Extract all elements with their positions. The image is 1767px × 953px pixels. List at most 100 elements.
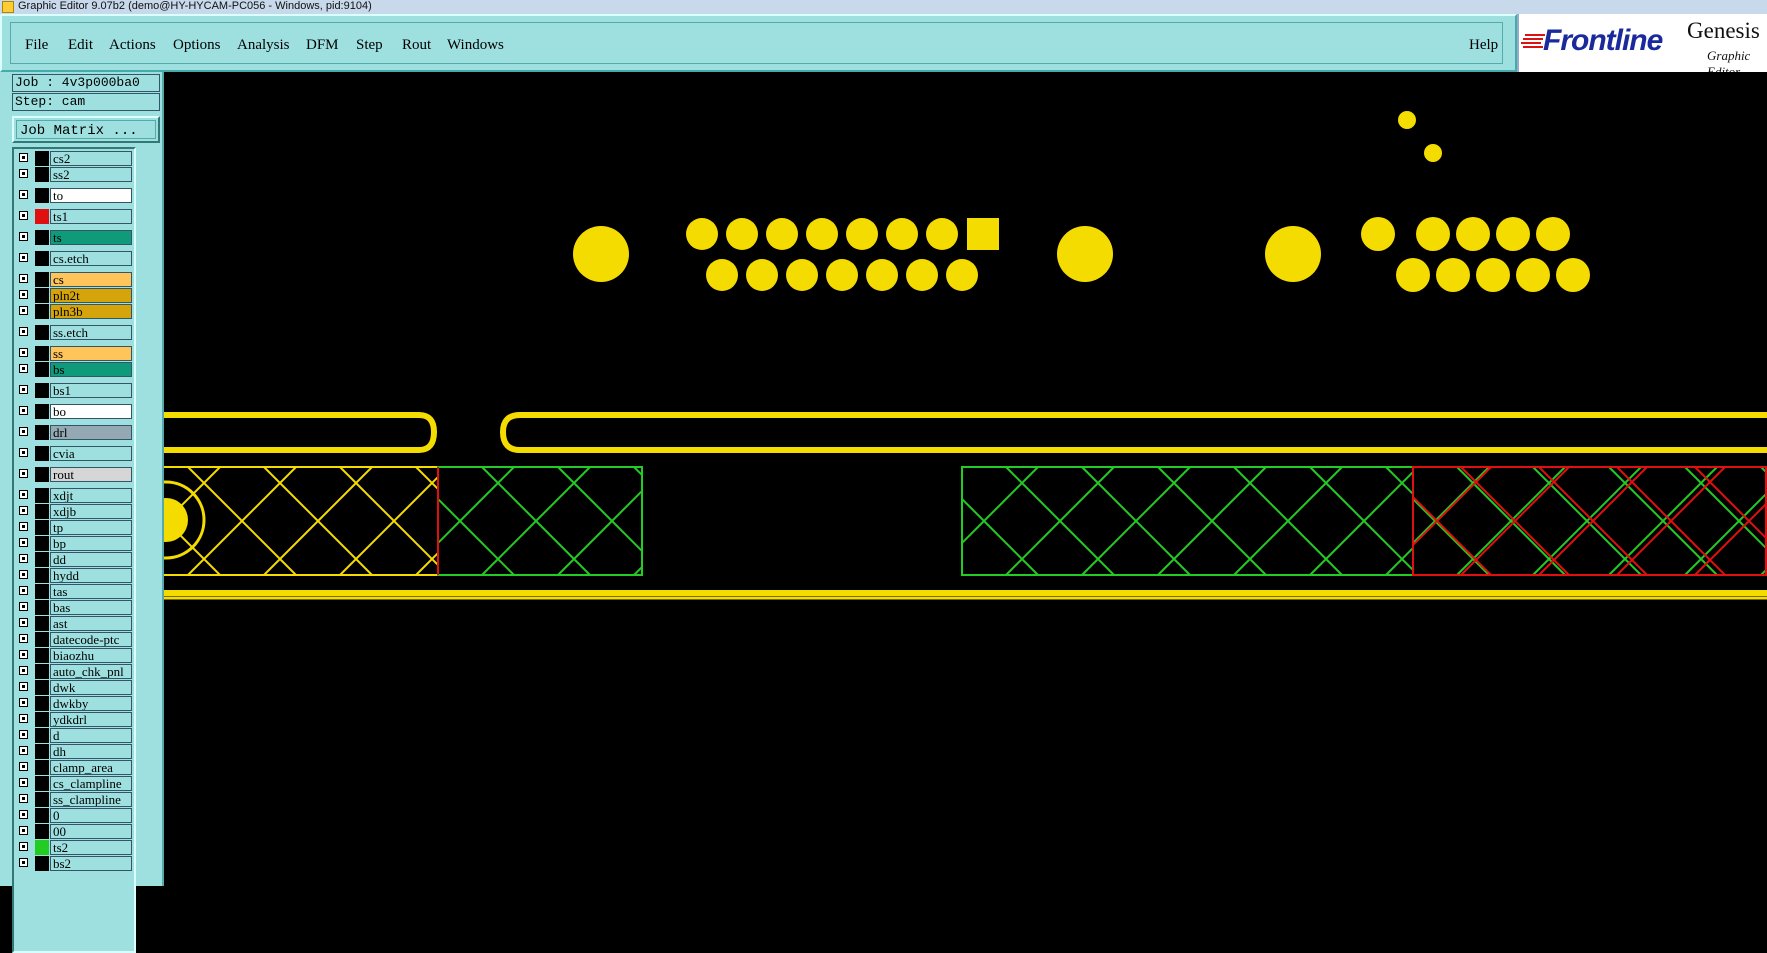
layer-color-swatch[interactable] [35,536,49,551]
layer-checkbox[interactable] [19,290,28,299]
layer-row-ss.etch[interactable]: ss.etch [14,325,134,340]
layer-name[interactable]: hydd [50,568,132,583]
layer-checkbox[interactable] [19,778,28,787]
layer-color-swatch[interactable] [35,425,49,440]
layer-name[interactable]: bs1 [50,383,132,398]
layer-checkbox[interactable] [19,554,28,563]
layer-color-swatch[interactable] [35,552,49,567]
layer-row-ss2[interactable]: ss2 [14,167,134,182]
layer-checkbox[interactable] [19,602,28,611]
layer-checkbox[interactable] [19,232,28,241]
layer-row-bas[interactable]: bas [14,600,134,615]
layer-row-clamp_area[interactable]: clamp_area [14,760,134,775]
menu-step[interactable]: Step [356,37,383,54]
menu-windows[interactable]: Windows [447,37,504,54]
layer-name[interactable]: pln2t [50,288,132,303]
layer-color-swatch[interactable] [35,616,49,631]
layer-row-0[interactable]: 0 [14,808,134,823]
layer-name[interactable]: rout [50,467,132,482]
layer-checkbox[interactable] [19,650,28,659]
layer-color-swatch[interactable] [35,383,49,398]
layer-checkbox[interactable] [19,794,28,803]
layer-row-ts[interactable]: ts [14,230,134,245]
layer-checkbox[interactable] [19,730,28,739]
layer-checkbox[interactable] [19,538,28,547]
layer-row-xdjb[interactable]: xdjb [14,504,134,519]
layer-name[interactable]: ydkdrl [50,712,132,727]
layer-row-tas[interactable]: tas [14,584,134,599]
layer-checkbox[interactable] [19,522,28,531]
layer-name[interactable]: bo [50,404,132,419]
layer-color-swatch[interactable] [35,188,49,203]
layer-checkbox[interactable] [19,211,28,220]
layer-color-swatch[interactable] [35,504,49,519]
layer-color-swatch[interactable] [35,792,49,807]
layer-name[interactable]: ss [50,346,132,361]
layer-checkbox[interactable] [19,190,28,199]
layer-color-swatch[interactable] [35,446,49,461]
layer-checkbox[interactable] [19,469,28,478]
layer-name[interactable]: auto_chk_pnl [50,664,132,679]
layer-row-pln2t[interactable]: pln2t [14,288,134,303]
layer-checkbox[interactable] [19,746,28,755]
layer-row-bs1[interactable]: bs1 [14,383,134,398]
menu-file[interactable]: File [25,37,48,54]
layer-row-ss_clampline[interactable]: ss_clampline [14,792,134,807]
layer-name[interactable]: cs_clampline [50,776,132,791]
layer-color-swatch[interactable] [35,520,49,535]
layer-color-swatch[interactable] [35,209,49,224]
layer-color-swatch[interactable] [35,568,49,583]
layer-checkbox[interactable] [19,448,28,457]
layer-checkbox[interactable] [19,570,28,579]
layer-name[interactable]: bas [50,600,132,615]
layer-color-swatch[interactable] [35,632,49,647]
layer-name[interactable]: ss.etch [50,325,132,340]
layer-checkbox[interactable] [19,153,28,162]
menu-help[interactable]: Help [1469,37,1498,54]
menu-dfm[interactable]: DFM [306,37,339,54]
layer-name[interactable]: ss2 [50,167,132,182]
layer-name[interactable]: cs2 [50,151,132,166]
layer-color-swatch[interactable] [35,728,49,743]
layer-row-hydd[interactable]: hydd [14,568,134,583]
layer-checkbox[interactable] [19,634,28,643]
layer-name[interactable]: 0 [50,808,132,823]
job-matrix-button[interactable]: Job Matrix ... [12,116,160,143]
layer-row-drl[interactable]: drl [14,425,134,440]
layer-name[interactable]: xdjt [50,488,132,503]
layer-row-bo[interactable]: bo [14,404,134,419]
layer-checkbox[interactable] [19,762,28,771]
layer-color-swatch[interactable] [35,467,49,482]
layer-checkbox[interactable] [19,364,28,373]
layer-name[interactable]: bp [50,536,132,551]
layer-row-ts2[interactable]: ts2 [14,840,134,855]
layer-row-ts1[interactable]: ts1 [14,209,134,224]
layer-color-swatch[interactable] [35,167,49,182]
layer-checkbox[interactable] [19,427,28,436]
layer-row-cs.etch[interactable]: cs.etch [14,251,134,266]
layer-row-dwk[interactable]: dwk [14,680,134,695]
layer-name[interactable]: dh [50,744,132,759]
layer-color-swatch[interactable] [35,648,49,663]
layer-checkbox[interactable] [19,682,28,691]
layer-name[interactable]: cvia [50,446,132,461]
layer-color-swatch[interactable] [35,272,49,287]
layer-checkbox[interactable] [19,506,28,515]
pcb-drawing[interactable] [164,72,1767,886]
layer-name[interactable]: ss_clampline [50,792,132,807]
layer-color-swatch[interactable] [35,584,49,599]
layer-color-swatch[interactable] [35,824,49,839]
layer-color-swatch[interactable] [35,680,49,695]
layer-name[interactable]: dwkby [50,696,132,711]
layer-row-biaozhu[interactable]: biaozhu [14,648,134,663]
layer-row-d[interactable]: d [14,728,134,743]
layer-list[interactable]: cs2 ss2 to ts1 ts cs.etch cs pln2t pln3b ss.etch s… [12,147,136,953]
layer-name[interactable]: datecode-ptc [50,632,132,647]
menu-rout[interactable]: Rout [402,37,431,54]
layer-name[interactable]: pln3b [50,304,132,319]
layer-color-swatch[interactable] [35,288,49,303]
layer-checkbox[interactable] [19,306,28,315]
layer-name[interactable]: ts [50,230,132,245]
layer-row-dd[interactable]: dd [14,552,134,567]
layer-color-swatch[interactable] [35,808,49,823]
